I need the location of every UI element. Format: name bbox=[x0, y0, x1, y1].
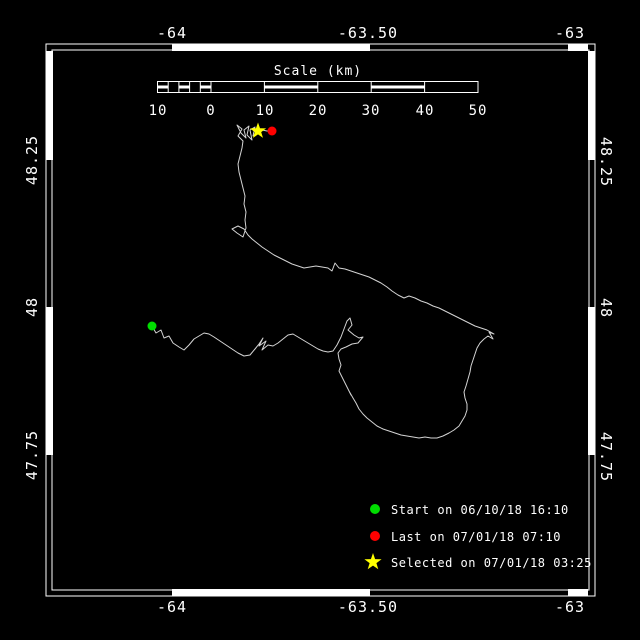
plot-window: -64 -63.50 -63 -64 -63.50 -63 48.25 48 4… bbox=[0, 0, 640, 640]
frame-segment-h-1 bbox=[568, 44, 588, 51]
axis-label-right-lat-2: 48 bbox=[597, 298, 615, 318]
scale-bar-stripe-s2 bbox=[179, 86, 190, 89]
legend-label-last: Last on 07/01/18 07:10 bbox=[391, 530, 561, 544]
frame-segment-h-2 bbox=[172, 589, 370, 596]
scale-label-5: 40 bbox=[416, 103, 435, 119]
frame-segment-v-2 bbox=[588, 51, 595, 160]
axis-label-left-lat-1: 48.25 bbox=[23, 135, 41, 185]
frame-segment-h-3 bbox=[568, 589, 588, 596]
legend-selected-star-icon bbox=[364, 553, 381, 569]
legend-label-start: Start on 06/10/18 16:10 bbox=[391, 503, 569, 517]
legend-label-selected: Selected on 07/01/18 03:25 bbox=[391, 556, 592, 570]
legend-last-icon bbox=[370, 531, 380, 541]
scale-bar-stripe-s0 bbox=[158, 86, 169, 89]
legend-start-icon bbox=[370, 504, 380, 514]
scale-label-4: 30 bbox=[362, 103, 381, 119]
axis-label-top-lon-2: -63.50 bbox=[338, 24, 398, 42]
axis-label-bottom-lon-3: -63 bbox=[555, 598, 585, 616]
last-marker[interactable] bbox=[268, 127, 277, 136]
axis-label-top-lon-3: -63 bbox=[555, 24, 585, 42]
axis-label-bottom-lon-2: -63.50 bbox=[338, 598, 398, 616]
axis-label-right-lat-1: 48.25 bbox=[597, 137, 615, 187]
axis-label-bottom-lon-1: -64 bbox=[157, 598, 187, 616]
frame-segment-h-0 bbox=[172, 44, 370, 51]
scale-bar-stripe-s4 bbox=[200, 86, 211, 89]
frame-segment-v-3 bbox=[588, 307, 595, 455]
frame-segment-v-1 bbox=[46, 307, 53, 455]
scale-bar-title: Scale (km) bbox=[274, 64, 362, 79]
selected-marker[interactable] bbox=[250, 123, 266, 138]
scale-label-3: 20 bbox=[309, 103, 328, 119]
axis-label-top-lon-1: -64 bbox=[157, 24, 187, 42]
axis-label-left-lat-3: 47.75 bbox=[23, 430, 41, 480]
scale-label-6: 50 bbox=[469, 103, 488, 119]
scale-label-2: 10 bbox=[256, 103, 275, 119]
axis-label-left-lat-2: 48 bbox=[23, 297, 41, 317]
start-marker[interactable] bbox=[148, 322, 157, 331]
track-path bbox=[152, 125, 494, 438]
scale-bar-stripe-b1 bbox=[264, 86, 317, 89]
map-canvas[interactable] bbox=[0, 0, 640, 640]
scale-label-0: 10 bbox=[149, 103, 168, 119]
axis-label-right-lat-3: 47.75 bbox=[597, 432, 615, 482]
frame-segment-v-0 bbox=[46, 51, 53, 160]
scale-label-1: 0 bbox=[206, 103, 215, 119]
scale-bar-stripe-b3 bbox=[371, 86, 424, 89]
